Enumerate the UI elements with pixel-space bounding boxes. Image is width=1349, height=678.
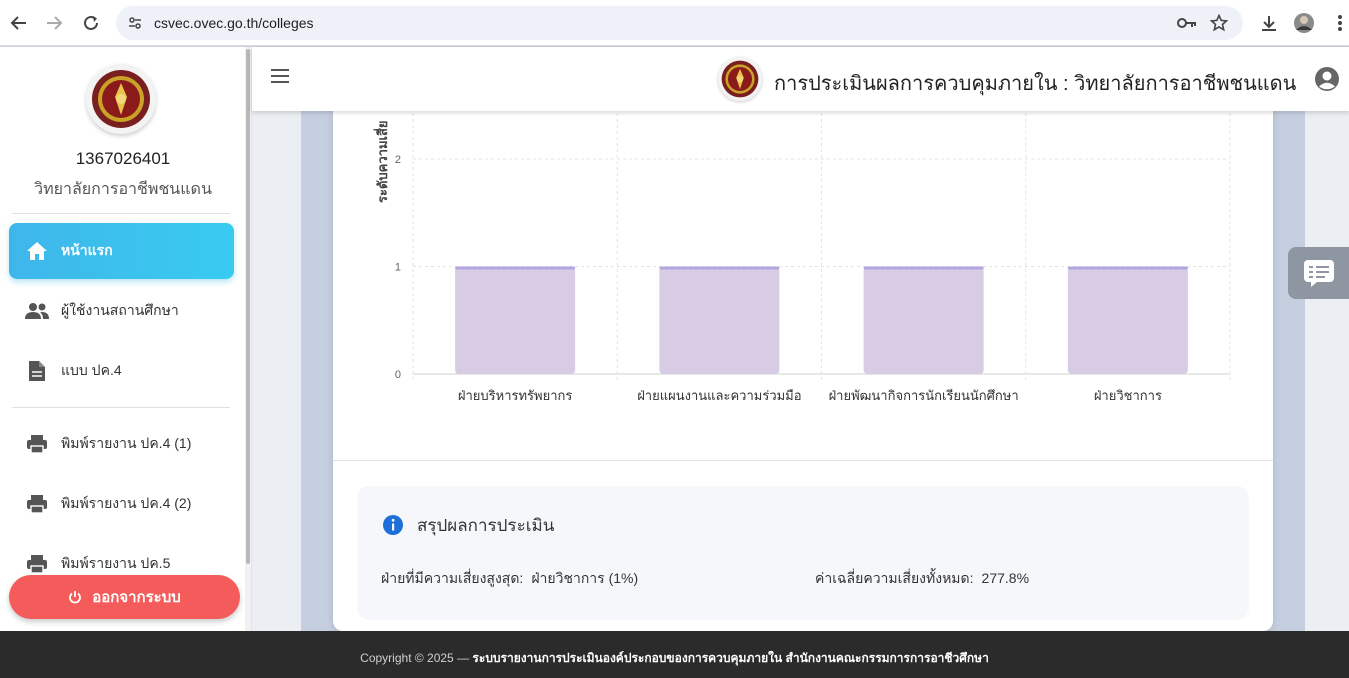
sidebar-scroll-thumb[interactable] [246, 49, 250, 564]
star-icon[interactable] [1209, 13, 1229, 32]
url-text[interactable]: csvec.ovec.go.th/colleges [154, 15, 314, 31]
sidebar-item-label: แบบ ปค.4 [61, 362, 122, 378]
page-title: การประเมินผลการควบคุมภายใน : วิทยาลัยการ… [774, 73, 1297, 95]
logout-label: ออกจากระบบ [92, 589, 181, 606]
logout-button[interactable]: ออกจากระบบ [9, 575, 240, 619]
highest-risk-line: ฝ่ายที่มีความเสี่ยงสูงสุด: ฝ่ายวิชาการ (1… [381, 568, 638, 590]
average-risk-line: ค่าเฉลี่ยความเสี่ยงทั้งหมด: 277.8% [815, 568, 1029, 590]
comment-icon [1303, 260, 1334, 287]
info-icon [382, 514, 404, 536]
x-tick-label: ฝ่ายแผนงานและความร่วมมือ [637, 388, 801, 403]
people-icon [25, 299, 49, 323]
sidebar-item-print-pk4-1[interactable]: พิมพ์รายงาน ปค.4 (1) [9, 416, 234, 472]
key-icon[interactable] [1177, 15, 1197, 31]
x-tick-label: ฝ่ายพัฒนากิจการนักเรียนนักศึกษา [829, 388, 1019, 403]
feedback-tab[interactable] [1288, 247, 1349, 299]
divider [12, 407, 230, 408]
bar [455, 266, 576, 374]
y-tick-label: 2 [395, 154, 401, 166]
college-name: วิทยาลัยการอาชีพชนแดน [34, 181, 212, 198]
sidebar-item-pk4-form[interactable]: แบบ ปค.4 [9, 343, 234, 399]
sidebar-item-label: พิมพ์รายงาน ปค.5 [61, 555, 171, 571]
highest-risk-label: ฝ่ายที่มีความเสี่ยงสูงสุด: [381, 570, 524, 586]
dashboard-card: 0 1 2 ฝ่ายบริหารทรัพยากร ฝ่ายแผนงานและความร่… [333, 111, 1273, 631]
x-tick-label: ฝ่ายบริหารทรัพยากร [458, 388, 573, 403]
sidebar-item-print-pk4-2[interactable]: พิมพ์รายงาน ปค.4 (2) [9, 476, 234, 532]
y-tick-label: 0 [395, 369, 401, 381]
site-info-icon[interactable] [127, 15, 143, 31]
y-axis-label: ระดับความเสี่ย [373, 120, 390, 203]
sidebar-item-label: ผู้ใช้งานสถานศึกษา [61, 302, 179, 318]
printer-icon [25, 552, 49, 576]
bar-top-edge [455, 266, 576, 270]
main-content: 0 1 2 ฝ่ายบริหารทรัพยากร ฝ่ายแผนงานและความร่… [252, 111, 1349, 631]
header-logo [718, 57, 762, 101]
account-icon[interactable] [1314, 66, 1340, 92]
browser-toolbar: csvec.ovec.go.th/colleges [0, 0, 1349, 46]
bar-top-edge [659, 266, 780, 270]
address-bar[interactable]: csvec.ovec.go.th/colleges [116, 6, 1243, 40]
hamburger-menu-icon[interactable] [270, 68, 292, 90]
app-header: การประเมินผลการควบคุมภายใน : วิทยาลัยการ… [252, 47, 1349, 111]
sidebar-scrollbar[interactable] [245, 47, 251, 631]
power-icon [69, 591, 82, 604]
kebab-menu-icon[interactable] [1329, 12, 1349, 34]
download-icon[interactable] [1258, 12, 1280, 34]
document-icon [25, 359, 49, 383]
sidebar-item-label: พิมพ์รายงาน ปค.4 (2) [61, 495, 192, 511]
printer-icon [25, 492, 49, 516]
reload-icon[interactable] [79, 11, 103, 35]
summary-title: สรุปผลการประเมิน [417, 516, 555, 535]
summary-box: สรุปผลการประเมิน ฝ่ายที่มีความเสี่ยงสูงส… [357, 486, 1249, 620]
sidebar-item-label: หน้าแรก [61, 242, 113, 258]
footer-copyright: Copyright © 2025 — [360, 651, 470, 665]
sidebar: 1367026401 วิทยาลัยการอาชีพชนแดน หน้าแรก… [0, 47, 252, 631]
divider [12, 213, 230, 214]
average-risk-label: ค่าเฉลี่ยความเสี่ยงทั้งหมด: [815, 570, 974, 586]
bar-top-edge [863, 266, 984, 270]
printer-icon [25, 432, 49, 456]
bar [659, 266, 780, 374]
forward-icon[interactable] [42, 11, 66, 35]
home-icon [25, 239, 49, 263]
highest-risk-value: ฝ่ายวิชาการ (1%) [531, 570, 639, 586]
bar [1067, 266, 1188, 374]
x-tick-label: ฝ่ายวิชาการ [1094, 388, 1162, 403]
sidebar-item-users[interactable]: ผู้ใช้งานสถานศึกษา [9, 283, 234, 339]
college-code: 1367026401 [75, 149, 171, 168]
back-icon[interactable] [7, 11, 31, 35]
footer-text: Copyright © 2025 — ระบบรายงานการประเมินอ… [0, 649, 1349, 668]
bar [863, 266, 984, 374]
footer: Copyright © 2025 — ระบบรายงานการประเมินอ… [0, 631, 1349, 678]
profile-avatar[interactable] [1293, 12, 1315, 34]
risk-bar-chart: 0 1 2 ฝ่ายบริหารทรัพยากร ฝ่ายแผนงานและความร่… [373, 111, 1231, 403]
sidebar-item-label: พิมพ์รายงาน ปค.4 (1) [61, 435, 192, 451]
card-divider [333, 460, 1273, 461]
y-tick-label: 1 [395, 262, 401, 274]
college-logo [86, 64, 156, 134]
average-risk-value: 277.8% [981, 570, 1030, 586]
sidebar-item-home[interactable]: หน้าแรก [9, 223, 234, 279]
bar-top-edge [1067, 266, 1188, 270]
footer-system-name: ระบบรายงานการประเมินองค์ประกอบของการควบค… [472, 651, 989, 665]
